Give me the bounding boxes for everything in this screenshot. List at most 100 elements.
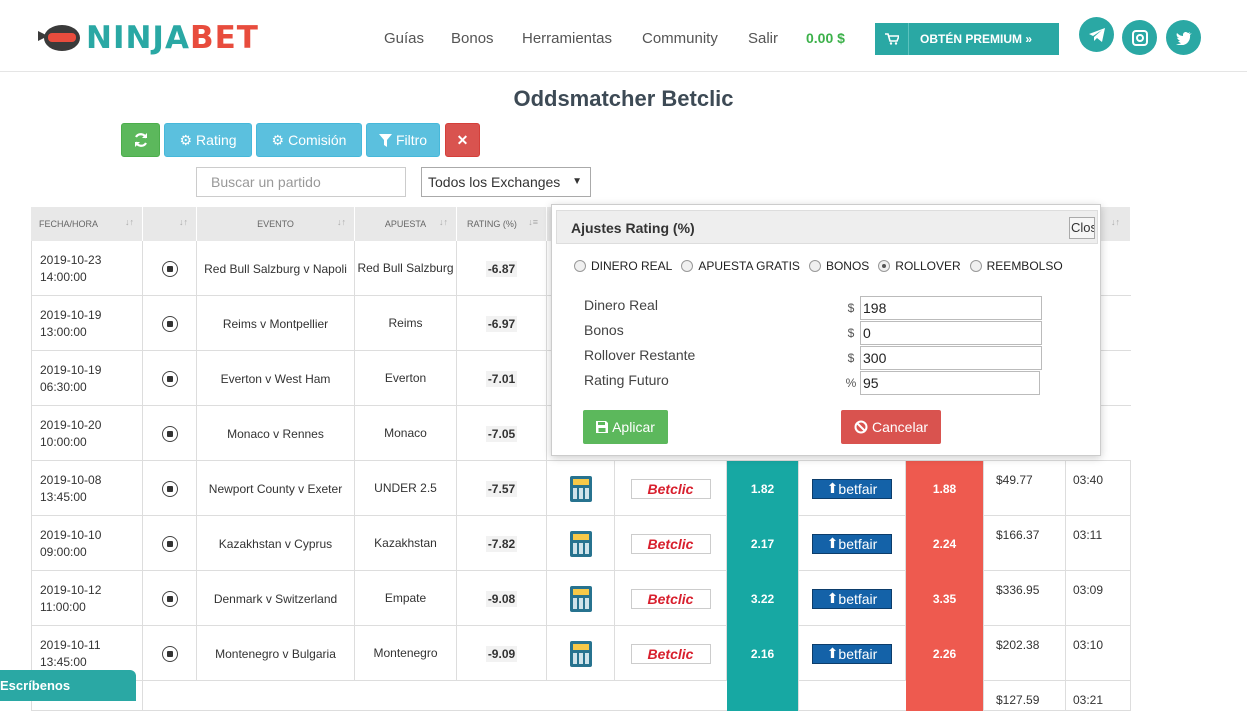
search-input[interactable]: Buscar un partido xyxy=(196,167,406,197)
calculator-screen xyxy=(572,588,589,595)
field-prefix: $ xyxy=(847,351,855,365)
calculator-icon[interactable] xyxy=(569,475,592,502)
nav-bonos[interactable]: Bonos xyxy=(451,30,494,47)
chat-widget[interactable]: Escríbenos xyxy=(0,670,136,701)
th-sport[interactable]: ↓↑ xyxy=(143,207,197,241)
apply-button[interactable]: Aplicar xyxy=(583,410,668,444)
bonos-input[interactable]: 0 xyxy=(860,321,1042,345)
event-text: Newport County v Exeter xyxy=(208,481,343,496)
rating-settings-button[interactable]: ⚙ Rating xyxy=(164,123,252,157)
cell-back-odds: 2.17 xyxy=(727,516,799,571)
betclic-logo[interactable]: Betclic xyxy=(630,643,711,664)
cell-time-left: 03:40 xyxy=(1066,461,1131,516)
rating-futuro-field: % 95 xyxy=(842,371,1040,395)
radio-selected-icon xyxy=(878,260,891,272)
option-rollover[interactable]: ROLLOVER xyxy=(878,259,961,273)
time-left-text: 03:40 xyxy=(1073,473,1104,487)
cell-back-odds: 2.16 xyxy=(727,626,799,681)
betclic-logo[interactable]: Betclic xyxy=(630,588,711,609)
th-evento-label: EVENTO xyxy=(257,219,294,229)
date-text: 2019-10-12 xyxy=(40,582,102,597)
cell-lay-odds xyxy=(906,681,984,711)
option-dinero-real[interactable]: DINERO REAL xyxy=(574,259,672,273)
betfair-logo[interactable]: ⬆ betfair xyxy=(812,588,892,609)
amount-text: $336.95 xyxy=(996,583,1040,597)
nav-community[interactable]: Community xyxy=(642,30,718,47)
ninjabet-logo[interactable]: NINJABET xyxy=(36,18,259,58)
time-text: 11:00:00 xyxy=(40,599,86,614)
dinero-real-input[interactable]: 198 xyxy=(860,296,1042,320)
rating-text: -9.08 xyxy=(485,590,518,607)
th-evento[interactable]: EVENTO ↓↑ xyxy=(197,207,355,241)
betclic-logo[interactable]: Betclic xyxy=(630,478,711,499)
filter-button-label: Filtro xyxy=(395,132,428,148)
premium-button[interactable]: OBTÉN PREMIUM » xyxy=(875,23,1059,55)
calculator-icon[interactable] xyxy=(569,640,592,667)
calculator-icon[interactable] xyxy=(569,530,592,557)
cell-event: Denmark v Switzerland xyxy=(197,571,355,626)
table-row[interactable]: $127.59 03:21 xyxy=(31,681,1131,711)
table-row[interactable]: 2019-10-08 13:45:00 Newport County v Exete… xyxy=(31,461,1131,516)
betfair-logo[interactable]: ⬆ betfair xyxy=(812,533,892,554)
event-text: Reims v Montpellier xyxy=(222,316,329,331)
telegram-icon[interactable] xyxy=(1079,17,1114,52)
bonos-field: $0 xyxy=(842,321,1042,345)
refresh-button[interactable] xyxy=(121,123,160,157)
table-row[interactable]: 2019-10-12 11:00:00 Denmark v Switzerland E… xyxy=(31,571,1131,626)
th-fecha[interactable]: FECHA/HORA ↓↑ xyxy=(31,207,143,241)
exchanges-select[interactable]: Todos los Exchanges ▼ xyxy=(421,167,591,197)
brand-name: NINJABET xyxy=(86,20,259,56)
commission-button[interactable]: ⚙ Comisión xyxy=(256,123,362,157)
cell-lay-odds: 3.35 xyxy=(906,571,984,626)
filter-button[interactable]: Filtro xyxy=(366,123,440,157)
cell-datetime: 2019-10-10 09:00:00 xyxy=(31,516,143,571)
soccer-ball-icon xyxy=(161,590,178,607)
sort-icon: ↓≡ xyxy=(528,217,538,227)
betfair-arrow-icon: ⬆ xyxy=(826,535,839,551)
option-bonos[interactable]: BONOS xyxy=(808,259,869,273)
date-text: 2019-10-10 xyxy=(40,527,102,542)
cell-sport xyxy=(143,516,197,571)
betfair-logo[interactable]: ⬆ betfair xyxy=(812,478,892,499)
time-text: 13:45:00 xyxy=(40,489,87,504)
cell-lay-odds: 2.24 xyxy=(906,516,984,571)
rating-settings-modal: Ajustes Rating (%) Close DINERO REAL APU… xyxy=(551,204,1101,456)
close-icon: ✕ xyxy=(456,131,469,148)
brand-part-ninja: NINJA xyxy=(86,20,190,56)
betclic-logo[interactable]: Betclic xyxy=(630,533,711,554)
table-row[interactable]: 2019-10-11 13:45:00 Montenegro v Bulgaria M… xyxy=(31,626,1131,681)
radio-icon xyxy=(574,260,586,272)
option-label: APUESTA GRATIS xyxy=(698,259,800,273)
option-reembolso[interactable]: REEMBOLSO xyxy=(969,259,1063,273)
apply-label: Aplicar xyxy=(612,419,655,435)
table-row[interactable]: 2019-10-10 09:00:00 Kazakhstan v Cyprus Kaz… xyxy=(31,516,1131,571)
cancel-label: Cancelar xyxy=(871,419,929,435)
nav-salir[interactable]: Salir xyxy=(748,30,778,47)
clear-filters-button[interactable]: ✕ xyxy=(445,123,480,157)
calculator-icon[interactable] xyxy=(569,585,592,612)
nav-guias[interactable]: Guías xyxy=(384,30,424,47)
cogs-icon: ⚙ xyxy=(179,131,193,148)
bet-text: Everton xyxy=(384,371,427,385)
event-text: Everton v West Ham xyxy=(220,371,331,386)
instagram-icon[interactable] xyxy=(1122,20,1157,55)
nav-herramientas[interactable]: Herramientas xyxy=(522,30,612,47)
cell-rating: -9.08 xyxy=(457,571,547,626)
rollover-input[interactable]: 300 xyxy=(860,346,1042,370)
calculator-screen xyxy=(572,478,589,485)
option-apuesta-gratis[interactable]: APUESTA GRATIS xyxy=(681,259,800,273)
top-navbar: NINJABET Guías Bonos Herramientas Commun… xyxy=(0,0,1247,72)
twitter-icon[interactable] xyxy=(1166,20,1201,55)
cancel-button[interactable]: Cancelar xyxy=(841,410,941,444)
cell-bet: Reims xyxy=(355,296,457,351)
rating-futuro-input[interactable]: 95 xyxy=(860,371,1040,395)
th-apuesta-label: APUESTA xyxy=(384,219,427,229)
th-rating[interactable]: RATING (%) ↓≡ xyxy=(457,207,547,241)
modal-close-button[interactable]: Close xyxy=(1069,217,1095,239)
cell-back-odds: 3.22 xyxy=(727,571,799,626)
event-text: Monaco v Rennes xyxy=(227,426,324,441)
cell-datetime: 2019-10-19 13:00:00 xyxy=(31,296,143,351)
cell-bet: Everton xyxy=(355,351,457,406)
betfair-logo[interactable]: ⬆ betfair xyxy=(812,643,892,664)
th-apuesta[interactable]: APUESTA ↓↑ xyxy=(355,207,457,241)
